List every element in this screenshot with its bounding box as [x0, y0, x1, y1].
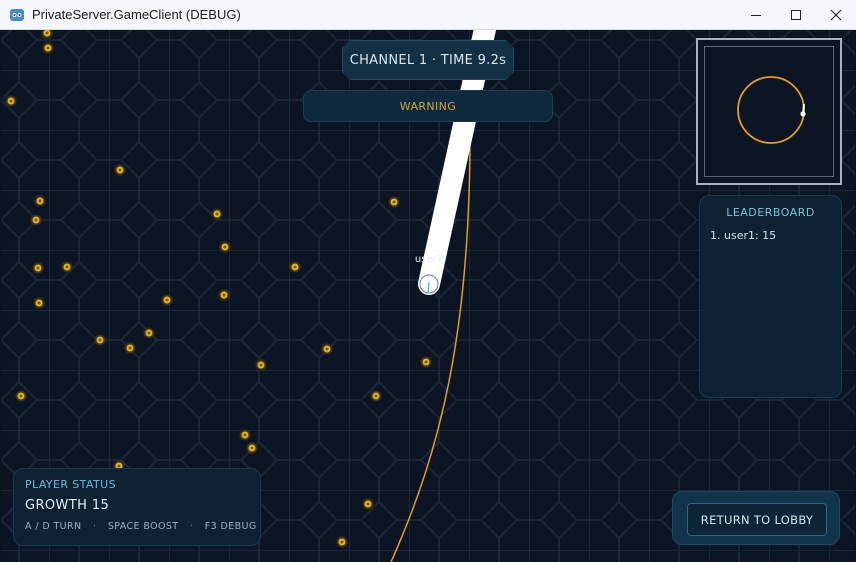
food-pellet: [388, 196, 400, 208]
leaderboard-entry: 1. user1: 15: [710, 229, 777, 242]
minimize-button[interactable]: [736, 0, 776, 30]
player-name-label: user1: [415, 254, 443, 265]
hint-boost: SPACE BOOST: [107, 521, 179, 532]
food-pellet: [362, 498, 374, 510]
food-pellet: [32, 262, 44, 274]
hint-debug: F3 DEBUG: [204, 521, 257, 532]
food-pellet: [289, 261, 301, 273]
window-title: PrivateServer.GameClient (DEBUG): [32, 7, 241, 22]
food-pellet: [143, 327, 155, 339]
warning-text: WARNING: [399, 99, 457, 113]
food-pellet: [336, 536, 348, 548]
maximize-icon: [791, 10, 801, 20]
player-status-title: PLAYER STATUS: [25, 478, 116, 491]
food-pellet: [33, 297, 45, 309]
minimap-trail-ring: [737, 76, 805, 144]
return-to-lobby-container: RETURN TO LOBBY: [672, 491, 840, 545]
window-titlebar: PrivateServer.GameClient (DEBUG): [0, 0, 856, 30]
warning-banner: WARNING: [303, 90, 553, 122]
food-pellet: [124, 342, 136, 354]
channel-time-hud: CHANNEL 1 · TIME 9.2s: [342, 40, 514, 80]
food-pellet: [61, 261, 73, 273]
minimap-player-marker: [800, 111, 806, 117]
food-pellet: [42, 42, 54, 54]
godot-app-icon: [10, 9, 24, 21]
controls-hint: A / D TURN · SPACE BOOST · F3 DEBUG: [25, 521, 257, 532]
food-pellet: [255, 359, 267, 371]
leaderboard-panel: LEADERBOARD 1. user1: 15: [699, 195, 842, 398]
food-pellet: [246, 442, 258, 454]
food-pellet: [420, 356, 432, 368]
food-pellet: [114, 164, 126, 176]
food-pellet: [321, 343, 333, 355]
hint-separator: ·: [189, 521, 194, 532]
food-pellet: [15, 390, 27, 402]
food-pellet: [219, 241, 231, 253]
close-icon: [830, 9, 842, 21]
return-to-lobby-button[interactable]: RETURN TO LOBBY: [687, 503, 827, 536]
food-pellet: [211, 208, 223, 220]
game-viewport[interactable]: user1 CHANNEL 1 · TIME 9.2s WARNING LEAD…: [1, 30, 855, 562]
minimap-canvas: [737, 76, 806, 144]
food-pellet: [370, 390, 382, 402]
close-button[interactable]: [816, 0, 856, 30]
food-pellet: [218, 289, 230, 301]
minimap: [696, 38, 842, 185]
food-pellet: [30, 214, 42, 226]
food-pellet: [94, 334, 106, 346]
hint-turn: A / D TURN: [25, 521, 82, 532]
minimize-icon: [751, 15, 761, 16]
channel-time-text: CHANNEL 1 · TIME 9.2s: [349, 52, 507, 68]
food-pellet: [161, 294, 173, 306]
growth-value: GROWTH 15: [25, 498, 110, 513]
maximize-button[interactable]: [776, 0, 816, 30]
food-pellet: [5, 95, 17, 107]
food-pellet: [239, 429, 251, 441]
food-pellet: [34, 195, 46, 207]
leaderboard-title: LEADERBOARD: [726, 206, 815, 219]
hint-separator: ·: [92, 521, 97, 532]
player-status-panel: PLAYER STATUS GROWTH 15 A / D TURN · SPA…: [13, 468, 261, 546]
